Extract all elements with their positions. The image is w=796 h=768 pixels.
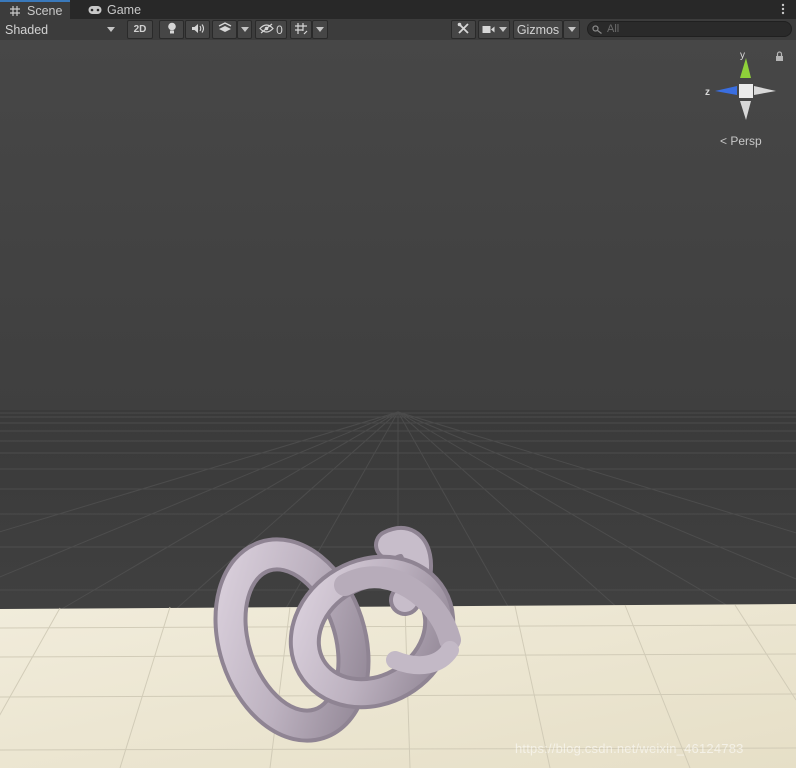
gizmos-label: Gizmos bbox=[516, 22, 560, 37]
projection-toggle[interactable]: < Persp bbox=[720, 134, 762, 148]
lighting-toggle[interactable] bbox=[159, 20, 184, 39]
more-options-icon[interactable] bbox=[778, 2, 788, 16]
hidden-count: 0 bbox=[276, 22, 283, 37]
tab-bar: Scene Game bbox=[0, 0, 796, 20]
camera-icon bbox=[482, 23, 495, 37]
tab-game-label: Game bbox=[107, 2, 142, 17]
gizmos-dropdown[interactable] bbox=[563, 20, 580, 39]
chevron-down-icon bbox=[316, 27, 324, 32]
chevron-down-icon bbox=[567, 27, 576, 32]
shading-mode-dropdown[interactable]: Shaded bbox=[0, 20, 122, 39]
toggle-2d-label: 2D bbox=[133, 24, 147, 35]
toggle-2d-button[interactable]: 2D bbox=[127, 20, 153, 39]
gizmo-z-label: z bbox=[705, 87, 710, 98]
sky-background bbox=[0, 40, 796, 412]
gamepad-icon bbox=[88, 3, 102, 17]
watermark-text: https://blog.csdn.net/weixin_46124783 bbox=[515, 741, 744, 756]
eye-hidden-icon bbox=[259, 23, 274, 37]
grid-toggle[interactable] bbox=[290, 20, 312, 39]
tab-scene[interactable]: Scene bbox=[0, 0, 71, 19]
gizmos-button[interactable]: Gizmos bbox=[513, 20, 563, 39]
search-icon bbox=[592, 24, 603, 34]
gizmo-y-label: y bbox=[740, 50, 745, 61]
scene-toolbar: Shaded 2D 0 Gizmos All bbox=[0, 19, 796, 41]
tools-icon bbox=[457, 22, 470, 38]
projection-label: Persp bbox=[730, 134, 762, 148]
effects-toggle[interactable] bbox=[212, 20, 237, 39]
chevron-down-icon bbox=[107, 27, 115, 32]
scene-viewport[interactable]: y z < Persp bbox=[0, 40, 796, 768]
chevron-left-icon: < bbox=[720, 134, 728, 148]
camera-settings-button[interactable] bbox=[478, 20, 510, 39]
grid-icon bbox=[8, 4, 22, 18]
tab-scene-label: Scene bbox=[27, 3, 63, 18]
tab-game[interactable]: Game bbox=[80, 0, 149, 19]
lightbulb-icon bbox=[167, 22, 177, 37]
effects-dropdown[interactable] bbox=[237, 20, 252, 39]
speaker-icon bbox=[191, 23, 205, 37]
search-placeholder: All bbox=[607, 23, 620, 35]
audio-toggle[interactable] bbox=[185, 20, 210, 39]
shading-mode-label: Shaded bbox=[5, 22, 49, 37]
grid-snap-icon bbox=[294, 22, 308, 38]
hidden-objects-toggle[interactable]: 0 bbox=[255, 20, 287, 39]
search-input[interactable]: All bbox=[587, 21, 792, 37]
tools-button[interactable] bbox=[451, 20, 476, 39]
chevron-down-icon bbox=[240, 27, 249, 32]
effects-icon bbox=[218, 22, 232, 37]
chevron-down-icon bbox=[498, 27, 507, 32]
grid-dropdown[interactable] bbox=[312, 20, 328, 39]
